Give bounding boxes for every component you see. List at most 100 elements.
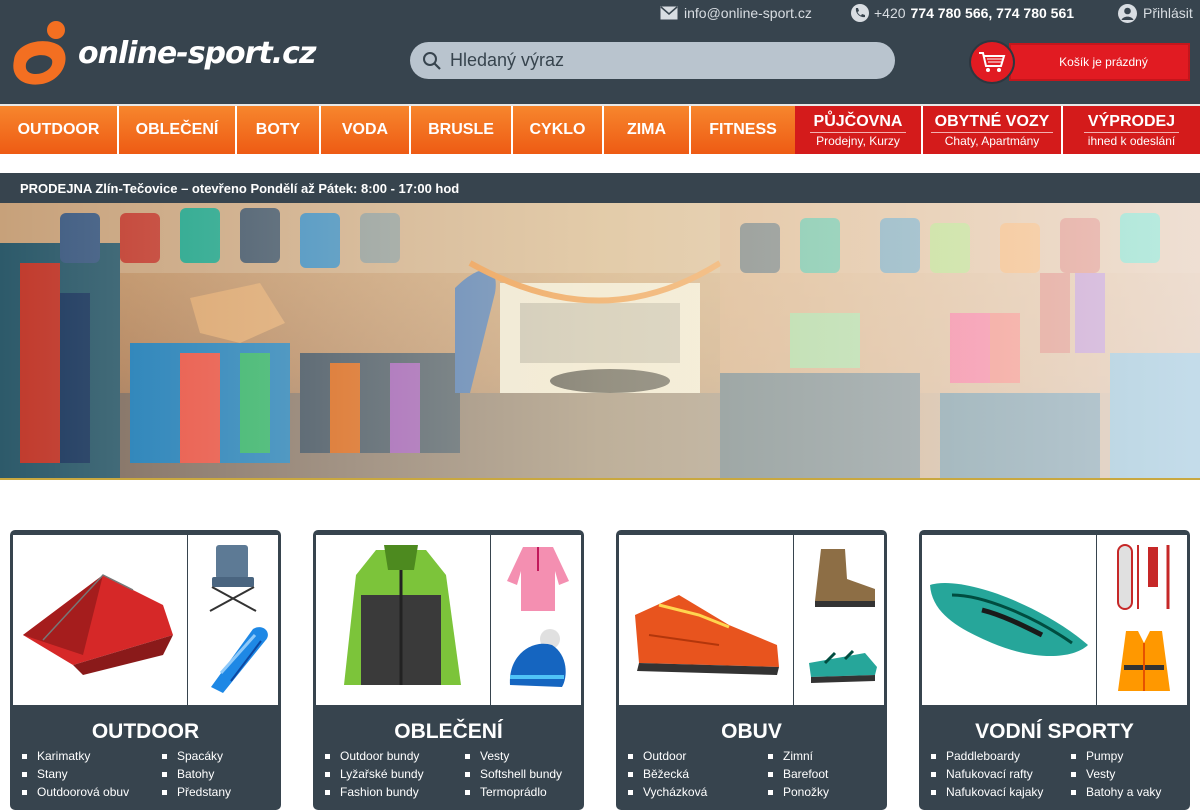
category-card-obleceni[interactable]: OBLEČENÍ Outdoor bundy Lyžařské bundy Fa… <box>313 530 584 810</box>
cart-button[interactable]: Košík je prázdný <box>969 40 1190 84</box>
tent-image <box>23 574 173 675</box>
category-links-col2: Vesty Softshell bundy Termoprádlo <box>465 749 562 803</box>
contact-email[interactable]: info@online-sport.cz <box>660 4 812 22</box>
category-title: OUTDOOR <box>91 720 200 743</box>
nav-special-subtitle: Prodejny, Kurzy <box>816 133 900 148</box>
category-links-col1: Outdoor bundy Lyžařské bundy Fashion bun… <box>325 749 424 803</box>
category-link[interactable]: Stany <box>22 767 129 785</box>
image-divider <box>793 535 794 705</box>
nav-item-obytne-vozy[interactable]: OBYTNÉ VOZY Chaty, Apartmány <box>923 106 1063 154</box>
store-hours-banner: PRODEJNA Zlín-Tečovice – otevřeno Ponděl… <box>0 173 1200 203</box>
category-link[interactable]: Ponožky <box>768 785 829 803</box>
category-link[interactable]: Lyžařské bundy <box>325 767 424 785</box>
image-divider <box>490 535 491 705</box>
category-link[interactable]: Termoprádlo <box>465 785 562 803</box>
category-link[interactable]: Vycházková <box>628 785 707 803</box>
category-link[interactable]: Spacáky <box>162 749 231 767</box>
nav-special-subtitle: Chaty, Apartmány <box>944 133 1040 148</box>
category-link[interactable]: Běžecká <box>628 767 707 785</box>
category-link[interactable]: Předstany <box>162 785 231 803</box>
category-images <box>13 535 278 705</box>
category-link[interactable]: Paddleboardy <box>931 749 1043 767</box>
sandal-image <box>809 649 877 683</box>
search-bar[interactable] <box>410 42 895 79</box>
login-label: Přihlásit <box>1143 5 1193 21</box>
shopping-cart-icon <box>979 52 1006 72</box>
nav-item-boty[interactable]: BOTY <box>237 106 321 154</box>
beanie-image <box>509 629 566 687</box>
category-link[interactable]: Barefoot <box>768 767 829 785</box>
camping-chair-image <box>209 545 257 612</box>
contact-phone[interactable]: +420 774 780 566, 774 780 561 <box>851 4 1074 22</box>
category-link[interactable]: Pumpy <box>1071 749 1161 767</box>
search-icon[interactable] <box>422 51 442 71</box>
category-links-col1: Paddleboardy Nafukovací rafty Nafukovací… <box>931 749 1043 803</box>
nav-item-pujcovna[interactable]: PŮJČOVNA Prodejny, Kurzy <box>795 106 923 154</box>
store-panorama-image[interactable] <box>0 203 1200 480</box>
phone-icon <box>851 4 869 22</box>
nav-item-obleceni[interactable]: OBLEČENÍ <box>119 106 237 154</box>
category-title: OBUV <box>721 720 782 743</box>
site-logo[interactable]: online-sport.cz <box>6 20 316 90</box>
image-divider <box>1096 535 1097 705</box>
main-nav: OUTDOOR OBLEČENÍ BOTY VODA BRUSLE CYKLO … <box>0 104 1200 154</box>
category-link[interactable]: Outdoorová obuv <box>22 785 129 803</box>
special-nav: PŮJČOVNA Prodejny, Kurzy OBYTNÉ VOZY Cha… <box>795 106 1200 154</box>
category-links-col2: Zimní Barefoot Ponožky <box>768 749 829 803</box>
category-link[interactable]: Outdoor bundy <box>325 749 424 767</box>
sleeping-bag-image <box>211 627 268 693</box>
category-links-col1: Outdoor Běžecká Vycházková <box>628 749 707 803</box>
login-link[interactable]: Přihlásit <box>1118 3 1193 23</box>
contact-email-text: info@online-sport.cz <box>684 5 812 21</box>
phone-numbers: 774 780 566, 774 780 561 <box>910 5 1075 21</box>
category-links-col2: Spacáky Batohy Předstany <box>162 749 231 803</box>
category-title: OBLEČENÍ <box>394 720 503 743</box>
site-header: online-sport.cz info@online-sport.cz +42… <box>0 0 1200 104</box>
nav-special-title: PŮJČOVNA <box>809 113 907 133</box>
category-images <box>619 535 884 705</box>
category-title: VODNÍ SPORTY <box>975 720 1134 743</box>
category-link[interactable]: Softshell bundy <box>465 767 562 785</box>
search-input[interactable] <box>450 42 880 79</box>
category-card-outdoor[interactable]: OUTDOOR Karimatky Stany Outdoorová obuv … <box>10 530 281 810</box>
category-link[interactable]: Karimatky <box>22 749 129 767</box>
fleece-sweater-image <box>507 547 569 611</box>
category-link[interactable]: Vesty <box>1071 767 1161 785</box>
category-card-obuv[interactable]: OBUV Outdoor Běžecká Vycházková Zimní Ba… <box>616 530 887 810</box>
category-images <box>922 535 1187 705</box>
paddleboard-set-image <box>1117 544 1170 610</box>
category-images <box>316 535 581 705</box>
envelope-icon <box>660 6 678 20</box>
nav-special-subtitle: ihned k odeslání <box>1087 133 1176 148</box>
category-link[interactable]: Zimní <box>768 749 829 767</box>
nav-item-vyprodej[interactable]: VÝPRODEJ ihned k odeslání <box>1063 106 1200 154</box>
category-link[interactable]: Vesty <box>465 749 562 767</box>
nav-special-title: OBYTNÉ VOZY <box>930 113 1054 133</box>
store-interior-photo <box>0 203 1200 478</box>
category-link[interactable]: Nafukovací kajaky <box>931 785 1043 803</box>
nav-item-outdoor[interactable]: OUTDOOR <box>0 106 119 154</box>
cart-icon-wrap <box>969 40 1015 84</box>
category-links-col1: Karimatky Stany Outdoorová obuv <box>22 749 129 803</box>
nav-special-title: VÝPRODEJ <box>1083 113 1180 133</box>
nav-item-voda[interactable]: VODA <box>321 106 411 154</box>
category-link[interactable]: Batohy <box>162 767 231 785</box>
nav-item-zima[interactable]: ZIMA <box>604 106 691 154</box>
category-link[interactable]: Outdoor <box>628 749 707 767</box>
logo-text: online-sport.cz <box>78 36 316 71</box>
category-link[interactable]: Nafukovací rafty <box>931 767 1043 785</box>
nav-item-brusle[interactable]: BRUSLE <box>411 106 513 154</box>
jacket-image <box>344 545 461 685</box>
category-nav: OUTDOOR OBLEČENÍ BOTY VODA BRUSLE CYKLO … <box>0 106 795 154</box>
category-links-col2: Pumpy Vesty Batohy a vaky <box>1071 749 1161 803</box>
nav-item-fitness[interactable]: FITNESS <box>691 106 795 154</box>
image-divider <box>187 535 188 705</box>
life-vest-image <box>1118 631 1170 691</box>
approach-shoe-image <box>635 595 779 675</box>
nav-item-cyklo[interactable]: CYKLO <box>513 106 604 154</box>
category-link[interactable]: Batohy a vaky <box>1071 785 1161 803</box>
user-icon <box>1118 3 1137 23</box>
logo-mark-icon <box>13 21 66 85</box>
category-link[interactable]: Fashion bundy <box>325 785 424 803</box>
category-card-vodni-sporty[interactable]: VODNÍ SPORTY Paddleboardy Nafukovací raf… <box>919 530 1190 810</box>
